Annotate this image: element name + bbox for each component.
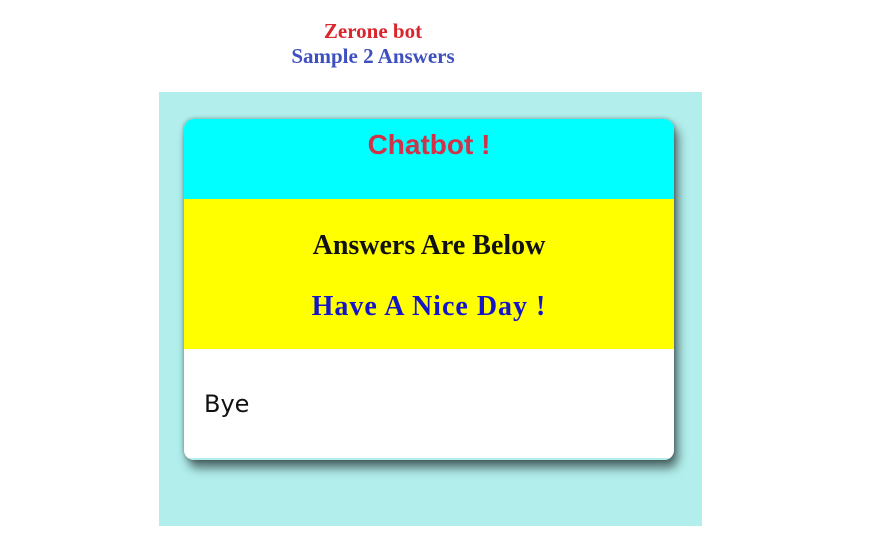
answers-heading: Answers Are Below	[312, 230, 546, 261]
greeting-text: Have A Nice Day !	[311, 291, 547, 322]
chatbot-card: Chatbot ! Answers Are Below Have A Nice …	[184, 119, 674, 460]
page-title: Zerone bot	[323, 19, 423, 43]
chatbot-container: Chatbot ! Answers Are Below Have A Nice …	[159, 92, 702, 526]
chatbot-header: Chatbot !	[184, 119, 674, 199]
answers-banner: Answers Are Below Have A Nice Day !	[184, 199, 674, 349]
page-subtitle: Sample 2 Answers	[291, 44, 455, 68]
card-bottom-strip	[184, 458, 674, 460]
answer-input[interactable]	[184, 349, 674, 460]
chatbot-title: Chatbot !	[367, 129, 491, 160]
